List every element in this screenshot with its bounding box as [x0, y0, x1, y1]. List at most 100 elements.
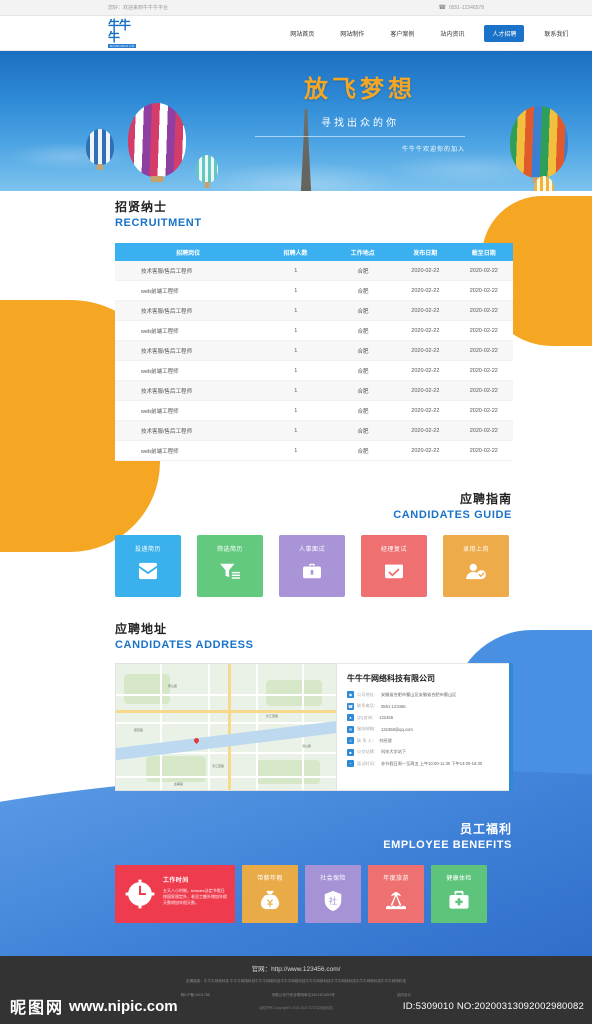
table-cell: 2020-02-22 — [469, 327, 498, 334]
location-map[interactable]: 黄山路 长江西路 肥西路 望江西路 潜山路 金寨路 — [115, 663, 337, 791]
section-title-en: CANDIDATES ADDRESS — [115, 639, 254, 651]
info-label: 公交站牌： — [357, 749, 378, 754]
table-row[interactable]: web前端工程师 1 合肥 2020-02-22 2020-02-22 — [115, 401, 513, 421]
table-row[interactable]: 技术客服/售后工程师 1 合肥 2020-02-22 2020-02-22 — [115, 261, 513, 281]
table-cell: 1 — [294, 387, 298, 394]
table-cell: 2020-02-22 — [469, 447, 498, 454]
friend-links[interactable]: 牛牛牛网络科技 牛牛牛网络科技牛牛牛网络科技牛牛牛网络科技牛牛牛网络科技牛牛牛网… — [204, 979, 406, 983]
phone-icon: ☎ — [347, 702, 354, 710]
location-icon: ◉ — [347, 691, 354, 698]
island-icon — [384, 890, 408, 915]
guide-card-label: 筛选简历 — [216, 547, 243, 553]
table-cell: web前端工程师 — [141, 368, 179, 375]
table-body: 技术客服/售后工程师 1 合肥 2020-02-22 2020-02-22 web前端工程… — [115, 261, 513, 461]
table-cell: 技术客服/售后工程师 — [141, 308, 193, 315]
nav-item-4[interactable]: 人才招聘 — [484, 24, 525, 42]
guide-card-2[interactable]: 人事面试 — [279, 535, 345, 597]
table-cell: 技术客服/售后工程师 — [141, 268, 193, 275]
info-value: 132456@qq.com — [380, 726, 413, 732]
guide-section: 应聘指南 CANDIDATES GUIDE 投递简历 筛选简历 人事面试 经理复试 录用… — [0, 490, 592, 597]
table-cell: web前端工程师 — [141, 448, 179, 455]
table-cell: 合肥 — [357, 368, 369, 375]
info-value: 刘经理 — [379, 737, 392, 743]
table-cell: 2020-02-22 — [469, 307, 498, 314]
benefit-card-3[interactable]: 年度旅游 — [368, 865, 424, 923]
table-row[interactable]: 技术客服/售后工程师 1 合肥 2020-02-22 2020-02-22 — [115, 341, 513, 361]
benefit-card-4[interactable]: 健康体检 — [431, 865, 487, 923]
column-header-0: 招聘岗位 — [176, 250, 201, 257]
table-cell: 合肥 — [357, 388, 369, 395]
site-logo[interactable]: 牛牛牛 NIUNIUNIU.CN — [108, 17, 137, 48]
banner-subline: 寻找出众的你 — [255, 114, 465, 137]
table-cell: web前端工程师 — [141, 288, 179, 295]
column-header-2: 工作地点 — [350, 250, 375, 257]
nav-item-0[interactable]: 网站首页 — [284, 25, 320, 42]
guide-card-1[interactable]: 筛选简历 — [197, 535, 263, 597]
nav-item-5[interactable]: 联系我们 — [538, 25, 574, 42]
table-cell: 2020-02-22 — [411, 407, 440, 414]
footer-site-url[interactable]: http://www.123456.com/ — [271, 966, 340, 973]
watermark-id: ID:5309010 NO:20200313092002980082 — [402, 1001, 584, 1012]
nav-item-1[interactable]: 网站制作 — [334, 25, 370, 42]
info-label: 服务邮箱： — [357, 726, 378, 731]
benefit-card-list: 工作时间 五天八小时制，besides法定节假日按国家规定外，老员工额外增加年假天… — [115, 865, 592, 923]
benefit-card-1[interactable]: 带薪年假 — [242, 865, 298, 923]
map-label: 金寨路 — [174, 782, 184, 786]
guide-card-label: 经理复试 — [380, 547, 407, 553]
site-header: 牛牛牛 NIUNIUNIU.CN 网站首页 网站制作 客户案例 站内资讯 人才招聘 联系我… — [0, 16, 592, 51]
benefits-section: 员工福利 EMPLOYEE BENEFITS 工作时间 五天八小时制，beside… — [0, 820, 592, 923]
map-label: 望江西路 — [212, 764, 225, 768]
table-cell: web前端工程师 — [141, 328, 179, 335]
footer-icp: 皖ICP备14011786 — [180, 992, 210, 997]
mail-icon: ✉ — [347, 725, 354, 733]
table-cell: 合肥 — [357, 448, 369, 455]
guide-card-3[interactable]: 经理复试 — [361, 535, 427, 597]
column-header-1: 招聘人数 — [283, 250, 308, 257]
info-row: ✉ 服务邮箱： 132456@qq.com — [347, 725, 504, 733]
table-row[interactable]: web前端工程师 1 合肥 2020-02-22 2020-02-22 — [115, 441, 513, 461]
medkit-icon — [447, 890, 471, 915]
section-title-cn: 应聘指南 — [459, 492, 512, 506]
table-cell: 2020-02-22 — [469, 427, 498, 434]
shield-icon: 社 — [322, 890, 344, 917]
table-cell: 合肥 — [357, 288, 369, 295]
nav-item-3[interactable]: 站内资讯 — [434, 25, 470, 42]
table-row[interactable]: web前端工程师 1 合肥 2020-02-22 2020-02-22 — [115, 321, 513, 341]
phone-icon: ☎ — [438, 5, 446, 11]
page-root: 您好：欢迎来到牛牛牛平台 ☎ 0551-12346578 牛牛牛 NIUNIUN… — [0, 0, 592, 1024]
main-nav: 网站首页 网站制作 客户案例 站内资讯 人才招聘 联系我们 — [284, 24, 574, 42]
table-row[interactable]: web前端工程师 1 合肥 2020-02-22 2020-02-22 — [115, 361, 513, 381]
info-value: 安徽省合肥市蜀山区安徽省合肥市蜀山区 — [380, 691, 457, 697]
column-header-4: 截至日期 — [471, 250, 496, 257]
recruitment-heading: 招贤纳士 RECRUITMENT — [115, 198, 592, 229]
footer-design: 站内设计 — [396, 992, 412, 997]
table-header-row: 招聘岗位 招聘人数 工作地点 发布日期 截至日期 — [115, 243, 513, 261]
banner-text-block: 放飞梦想 寻找出众的你 牛牛牛欢迎你的加入 — [255, 69, 465, 153]
table-cell: 2020-02-22 — [469, 267, 498, 274]
nav-item-2[interactable]: 客户案例 — [384, 25, 420, 42]
table-cell: 2020-02-22 — [411, 267, 440, 274]
benefit-card-0[interactable]: 工作时间 五天八小时制，besides法定节假日按国家规定外，老员工额外增加年假天… — [115, 865, 235, 923]
guide-card-label: 人事面试 — [298, 547, 325, 553]
balloon-icon — [196, 155, 218, 183]
benefit-card-desc: 五天八小时制，besides法定节假日按国家规定外，老员工额外增加年假天数增加年… — [163, 888, 227, 905]
benefit-card-2[interactable]: 社会保险社 — [305, 865, 361, 923]
info-value: 0551-123465 — [380, 703, 406, 709]
qq-icon: ● — [347, 714, 354, 721]
table-row[interactable]: 技术客服/售后工程师 1 合肥 2020-02-22 2020-02-22 — [115, 301, 513, 321]
table-cell: web前端工程师 — [141, 408, 179, 415]
map-label: 潜山路 — [302, 744, 312, 748]
guide-card-4[interactable]: 录用上岗 — [443, 535, 509, 597]
table-row[interactable]: 技术客服/售后工程师 1 合肥 2020-02-22 2020-02-22 — [115, 381, 513, 401]
map-label: 长江西路 — [266, 714, 279, 718]
table-row[interactable]: 技术客服/售后工程师 1 合肥 2020-02-22 2020-02-22 — [115, 421, 513, 441]
info-row: ◔ 面试时间： 非节假日周一至周五 上午10:00-11:30 下午14:00-16… — [347, 760, 504, 767]
table-cell: 合肥 — [357, 308, 369, 315]
header-phone: ☎ 0551-12346578 — [438, 4, 484, 12]
logo-subtext: NIUNIUNIU.CN — [108, 43, 137, 48]
logo-text: 牛牛牛 — [108, 17, 131, 44]
guide-card-0[interactable]: 投递简历 — [115, 535, 181, 597]
table-row[interactable]: web前端工程师 1 合肥 2020-02-22 2020-02-22 — [115, 281, 513, 301]
benefit-card-label: 年度旅游 — [383, 876, 409, 882]
info-value: 132456 — [379, 715, 394, 720]
